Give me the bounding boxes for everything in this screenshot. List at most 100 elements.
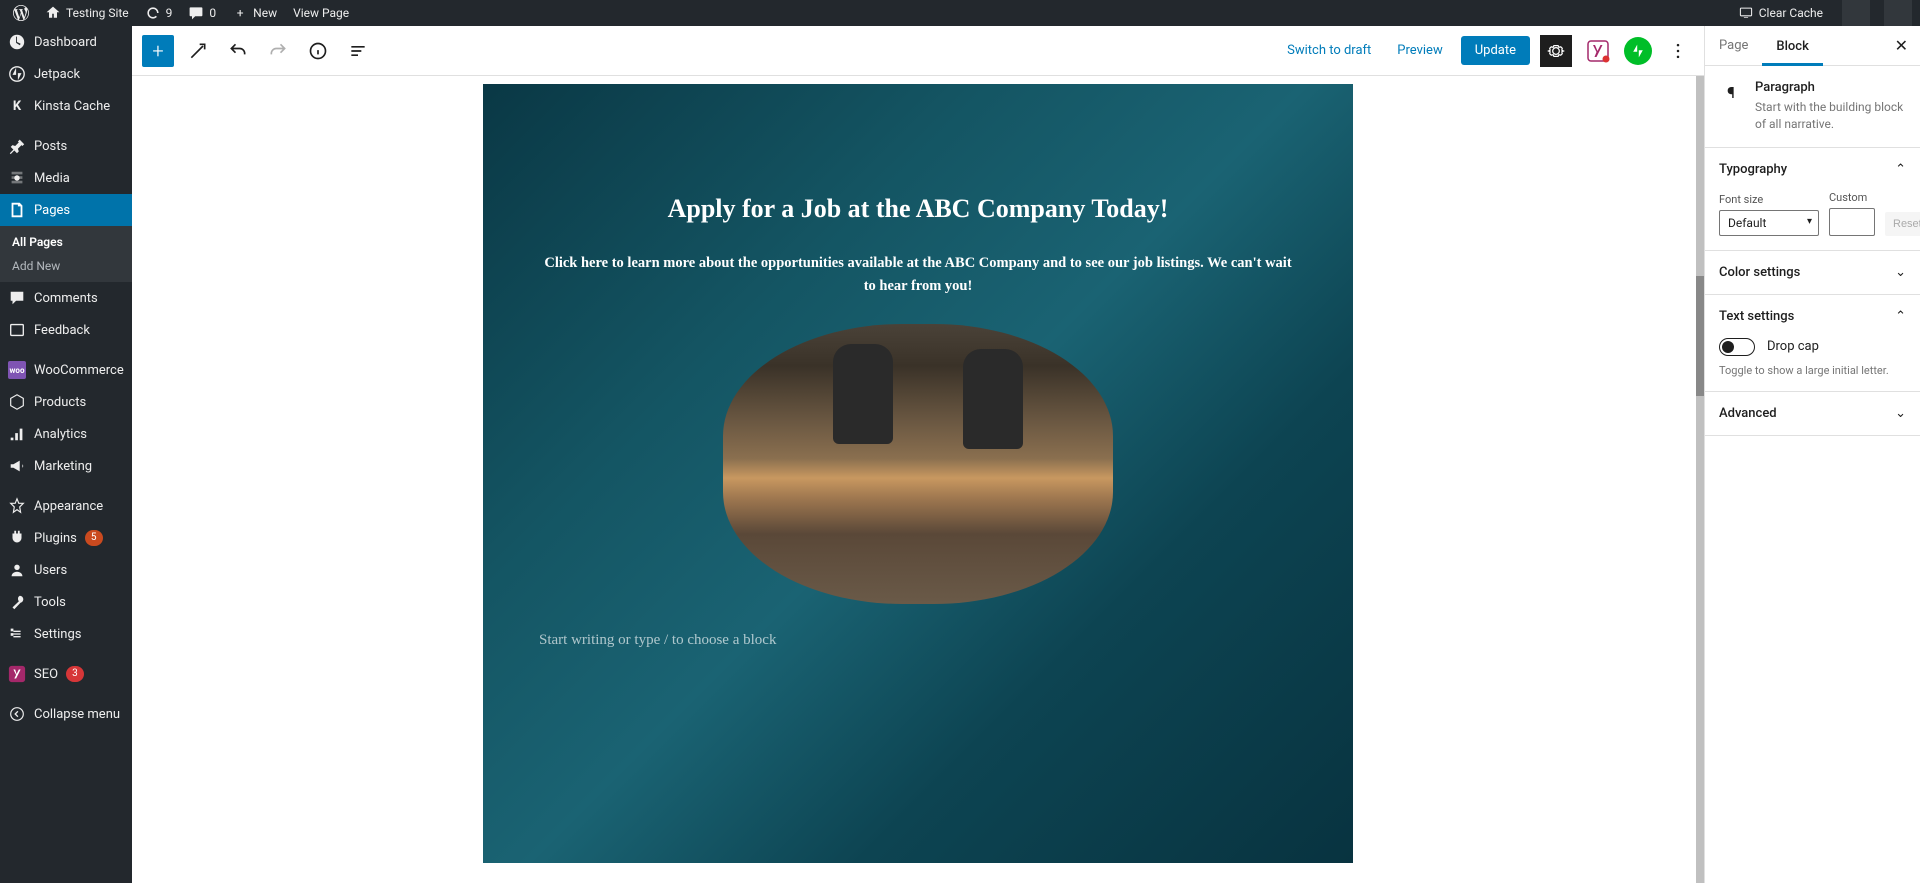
dashboard-icon [8,33,26,51]
update-icon [145,5,161,21]
menu-label: Settings [34,627,81,642]
panel-color: Color settings⌄ [1705,251,1920,295]
admin-bar-end-placeholder[interactable] [1884,0,1912,26]
menu-label: Marketing [34,459,92,474]
reset-button[interactable]: Reset [1885,212,1920,236]
editor-canvas[interactable]: Apply for a Job at the ABC Company Today… [132,76,1704,883]
more-options-button[interactable] [1662,35,1694,67]
users-icon [8,561,26,579]
switch-draft-button[interactable]: Switch to draft [1279,37,1379,64]
sidebar-item-comments[interactable]: Comments [0,282,132,314]
scrollbar-thumb[interactable] [1696,276,1704,396]
comments[interactable]: 0 [183,5,221,21]
undo-button[interactable] [222,35,254,67]
yoast-header-button[interactable] [1582,35,1614,67]
panel-label: Advanced [1719,406,1777,421]
clear-cache[interactable]: Clear Cache [1733,5,1828,21]
marketing-icon [8,457,26,475]
modes-button[interactable] [182,35,214,67]
add-block-button[interactable]: + [142,35,174,67]
media-icon [8,169,26,187]
block-title: Paragraph [1755,80,1906,95]
kinsta-icon: K [8,97,26,115]
admin-bar-avatar-placeholder[interactable] [1842,0,1870,26]
settings-toggle-button[interactable] [1540,35,1572,67]
menu-label: Users [34,563,67,578]
sidebar-item-settings[interactable]: Settings [0,618,132,650]
sidebar-item-plugins[interactable]: Plugins5 [0,522,132,554]
update-count: 9 [166,6,173,20]
menu-label: Plugins [34,531,77,546]
sidebar-item-woocommerce[interactable]: wooWooCommerce [0,354,132,386]
panel-text: Text settings⌃ Drop cap Toggle to show a… [1705,295,1920,392]
appearance-icon [8,497,26,515]
admin-sidebar: Dashboard Jetpack KKinsta Cache Posts Me… [0,26,132,883]
info-button[interactable] [302,35,334,67]
cover-block[interactable]: Apply for a Job at the ABC Company Today… [483,84,1353,863]
custom-label: Custom [1829,191,1875,204]
drop-cap-label: Drop cap [1767,339,1819,354]
sidebar-item-media[interactable]: Media [0,162,132,194]
paragraph-icon: ¶ [1719,80,1743,104]
cover-image[interactable] [723,324,1113,604]
menu-label: Posts [34,139,67,154]
sidebar-item-users[interactable]: Users [0,554,132,586]
settings-icon [8,625,26,643]
close-inspector-button[interactable]: ✕ [1883,26,1920,65]
chevron-down-icon: ⌄ [1895,406,1906,421]
block-desc: Start with the building block of all nar… [1755,99,1906,133]
panel-typography-header[interactable]: Typography⌃ [1705,148,1920,191]
submenu-all-pages[interactable]: All Pages [0,230,132,254]
panel-color-header[interactable]: Color settings⌄ [1705,251,1920,294]
sidebar-item-seo[interactable]: SEO3 [0,658,132,690]
panel-advanced-header[interactable]: Advanced ⌄ [1705,392,1920,435]
sidebar-item-kinsta[interactable]: KKinsta Cache [0,90,132,122]
sidebar-item-dashboard[interactable]: Dashboard [0,26,132,58]
font-size-select[interactable]: Default [1719,210,1819,236]
sidebar-item-appearance[interactable]: Appearance [0,490,132,522]
font-size-label: Font size [1719,193,1819,206]
sidebar-item-jetpack[interactable]: Jetpack [0,58,132,90]
jetpack-header-button[interactable] [1624,37,1652,65]
sidebar-item-analytics[interactable]: Analytics [0,418,132,450]
block-appender[interactable]: Start writing or type / to choose a bloc… [539,632,1297,649]
sidebar-item-collapse[interactable]: Collapse menu [0,698,132,730]
sidebar-item-tools[interactable]: Tools [0,586,132,618]
sidebar-item-posts[interactable]: Posts [0,130,132,162]
pin-icon [8,137,26,155]
menu-label: WooCommerce [34,363,124,378]
tools-icon [8,593,26,611]
pages-submenu: All Pages Add New [0,226,132,282]
sidebar-item-feedback[interactable]: Feedback [0,314,132,346]
comment-icon [188,5,204,21]
custom-font-size-input[interactable] [1829,208,1875,236]
cover-paragraph[interactable]: Click here to learn more about the oppor… [539,252,1297,298]
preview-button[interactable]: Preview [1389,37,1450,64]
sidebar-item-marketing[interactable]: Marketing [0,450,132,482]
submenu-add-new[interactable]: Add New [0,254,132,278]
menu-label: Comments [34,291,98,306]
drop-cap-toggle[interactable] [1719,338,1755,356]
menu-label: Tools [34,595,66,610]
panel-advanced: Advanced ⌄ [1705,392,1920,436]
tab-page[interactable]: Page [1705,26,1762,65]
updates[interactable]: 9 [140,5,178,21]
outline-button[interactable] [342,35,374,67]
site-name[interactable]: Testing Site [40,5,134,21]
sidebar-item-pages[interactable]: Pages [0,194,132,226]
update-button[interactable]: Update [1461,36,1530,65]
panel-text-header[interactable]: Text settings⌃ [1705,295,1920,338]
redo-button[interactable] [262,35,294,67]
view-page[interactable]: View Page [288,6,354,20]
editor: + Switch to draft Preview Update Apply f… [132,26,1704,883]
scrollbar-track[interactable] [1696,76,1704,883]
menu-label: SEO [34,667,58,682]
tab-block[interactable]: Block [1762,27,1822,66]
sidebar-item-products[interactable]: Products [0,386,132,418]
plugins-icon [8,529,26,547]
wp-logo[interactable] [8,5,34,21]
menu-label: Collapse menu [34,707,120,722]
cover-heading[interactable]: Apply for a Job at the ABC Company Today… [539,194,1297,224]
products-icon [8,393,26,411]
new-content[interactable]: +New [227,5,282,21]
